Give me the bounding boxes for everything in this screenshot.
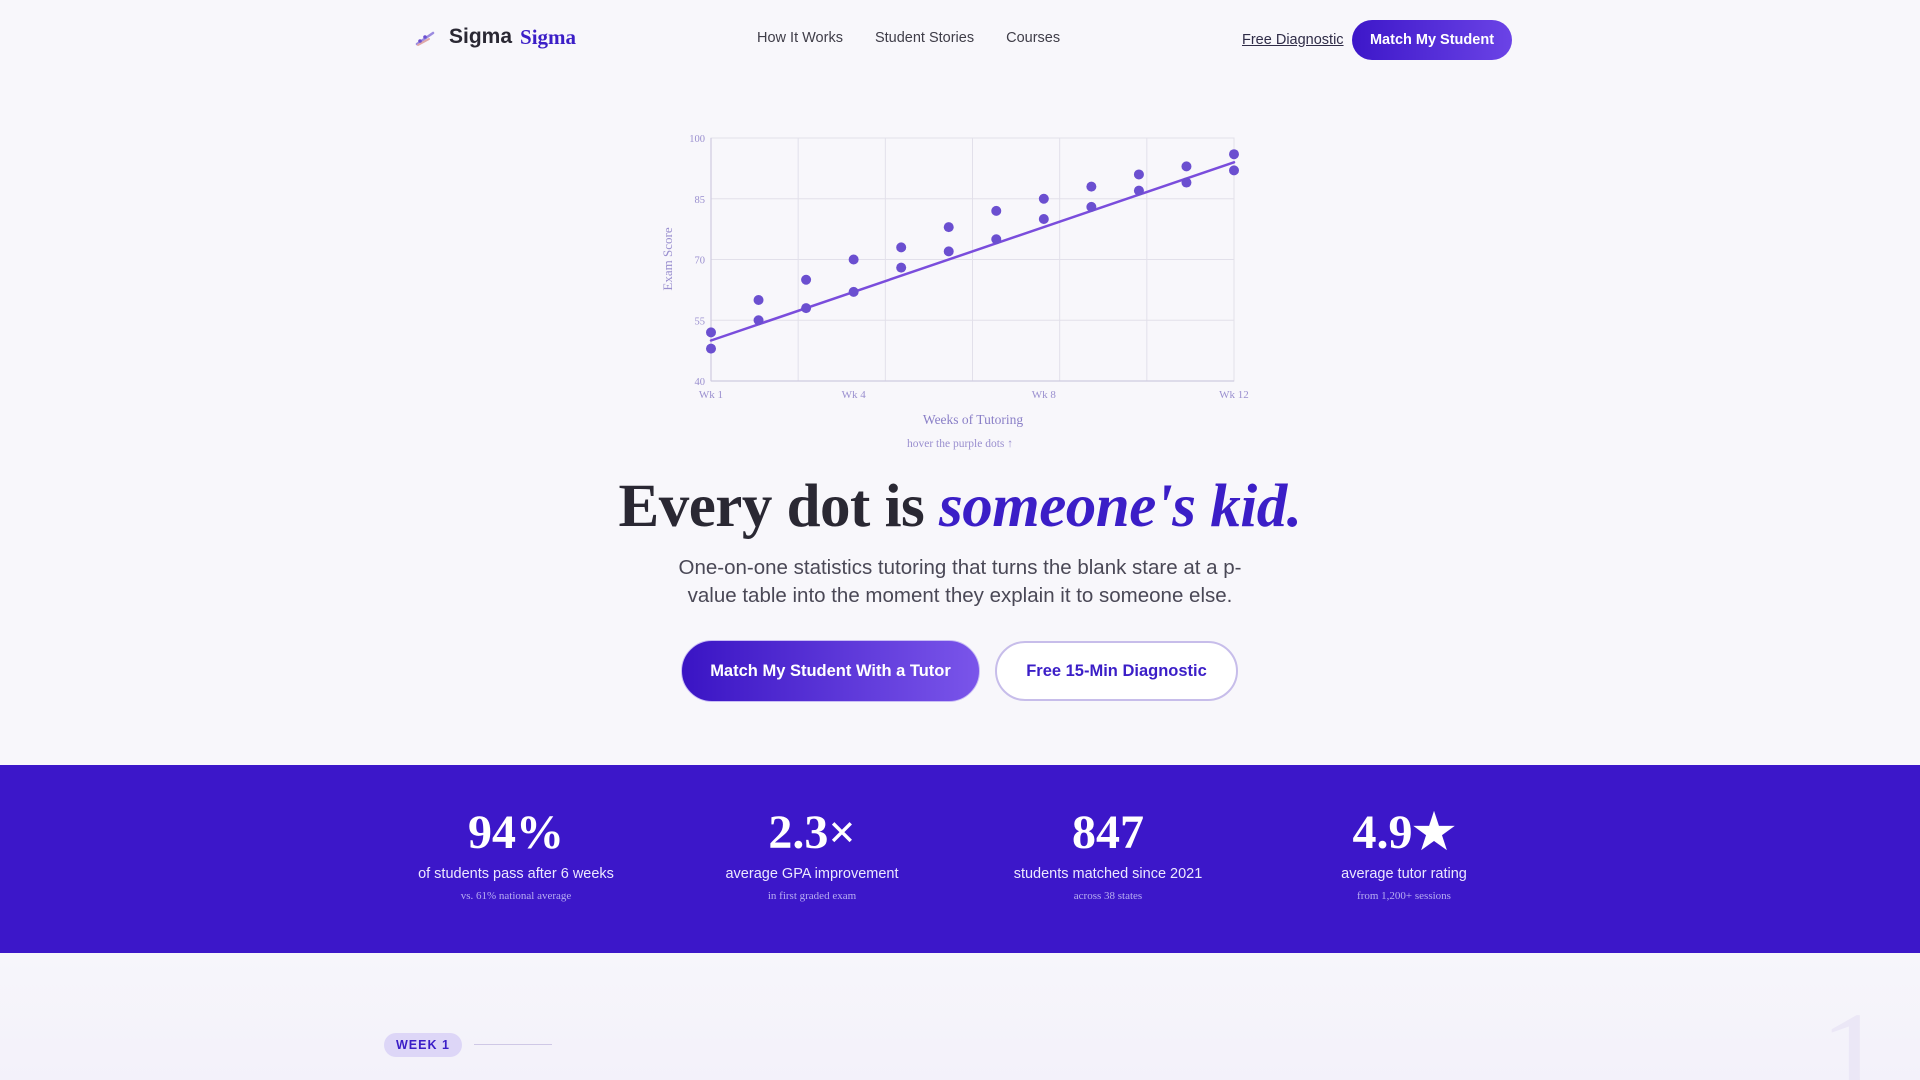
stat-label: average GPA improvement [725,866,899,882]
chart-point[interactable] [1038,214,1049,224]
stat-gpa-improvement: 2.3× average GPA improvement in first gr… [682,806,942,903]
stat-label: students matched since 2021 [1013,866,1203,882]
stat-note: vs. 61% national average [460,890,572,902]
chart-x-tick-label: Wk 12 [1219,389,1249,401]
stat-tutor-rating: 4.9★ average tutor rating from 1,200+ se… [1274,806,1534,903]
chart-point[interactable] [848,254,859,265]
chart-point[interactable] [896,262,907,273]
stat-pass-rate: 94% of students pass after 6 weeks vs. 6… [386,806,646,903]
chart-point[interactable] [801,274,812,285]
chart-point[interactable] [801,303,812,314]
big-week-number: 1 [1820,986,1885,1080]
chart-point[interactable] [1229,165,1239,176]
hero-title-highlight: someone's kid. [939,473,1302,540]
chart-point[interactable] [1086,201,1097,212]
nav-link-courses[interactable]: Courses [1006,30,1060,46]
stat-note: in first graded exam [767,890,857,902]
chart-point[interactable] [943,222,954,233]
chart-point[interactable] [753,315,764,326]
chart-x-tick-label: Wk 8 [1032,389,1057,401]
chart-point[interactable] [1133,185,1144,196]
stat-value: 847 [1072,806,1144,859]
chart-point[interactable] [1181,161,1192,172]
week-badge: WEEK 1 [384,1033,462,1057]
chart-y-tick-label: 55 [695,316,706,327]
chart-y-tick-label: 40 [695,377,706,388]
chart-point[interactable] [1181,177,1192,188]
match-tutor-button[interactable]: Match My Student With a Tutor [681,640,980,702]
chart-y-tick-label: 85 [695,195,706,206]
chart-point[interactable] [706,327,716,338]
stat-label: average tutor rating [1341,866,1467,882]
match-my-student-button[interactable]: Match My Student [1352,20,1512,60]
chart-x-tick-label: Wk 4 [842,389,867,401]
brand-logo[interactable]: Sigma Sigma [413,24,576,50]
hero-title-plain: Every dot is [618,473,940,540]
chart-point[interactable] [753,295,764,305]
stat-note: across 38 states [1073,890,1143,902]
hero-subtitle: One-on-one statistics tutoring that turn… [678,556,1242,607]
chart-point[interactable] [896,242,907,253]
score-scatter-chart: 40 55 70 85 100 Wk 1 Wk 4 Wk 8 Wk 12 Exam Score… [660,134,1249,427]
chart-x-tick-label: Wk 1 [699,389,723,401]
week-section: WEEK 1 1 [0,953,1920,1080]
free-diagnostic-button[interactable]: Free 15-Min Diagnostic [995,641,1238,701]
stat-value: 94% [468,806,564,859]
chart-point[interactable] [1133,169,1144,180]
week-divider [474,1044,552,1045]
chart-y-tick-label: 70 [695,256,706,267]
top-nav: Sigma Sigma How It Works Student Stories… [0,0,1920,80]
chart-x-ticks: Wk 1 Wk 4 Wk 8 Wk 12 [699,389,1249,401]
chart-point[interactable] [1229,149,1239,160]
brand-name-serif: Sigma [520,24,577,49]
brand-name-sans: Sigma [449,25,513,48]
stats-band: 94% of students pass after 6 weeks vs. 6… [0,765,1920,953]
chart-point[interactable] [1038,193,1049,204]
chart-point[interactable] [706,343,716,354]
chart-point[interactable] [848,286,859,297]
stat-value: 2.3× [768,806,856,859]
hero-title: Every dot is someone's kid. [0,472,1920,542]
chart-x-axis-label: Weeks of Tutoring [923,412,1023,427]
chart-point[interactable] [991,205,1002,216]
stat-label: of students pass after 6 weeks [418,866,614,882]
nav-links: How It Works Student Stories Courses [757,30,1060,46]
chart-point[interactable] [991,234,1002,245]
stat-value: 4.9★ [1352,806,1456,859]
nav-link-how-it-works[interactable]: How It Works [757,30,843,46]
nav-link-student-stories[interactable]: Student Stories [875,30,974,46]
chart-y-axis-label: Exam Score [660,227,675,290]
chart-point[interactable] [943,246,954,257]
stat-students-matched: 847 students matched since 2021 across 3… [978,806,1238,903]
chart-y-tick-label: 100 [689,134,705,145]
chart-grid [710,137,1235,382]
chart-point[interactable] [1086,181,1097,192]
chart-y-ticks: 40 55 70 85 100 [689,134,705,388]
free-diagnostic-link[interactable]: Free Diagnostic [1242,32,1344,48]
stat-note: from 1,200+ sessions [1357,890,1451,902]
chart-hint: hover the purple dots ↑ [906,438,1014,450]
chart-logo-icon [415,31,435,46]
